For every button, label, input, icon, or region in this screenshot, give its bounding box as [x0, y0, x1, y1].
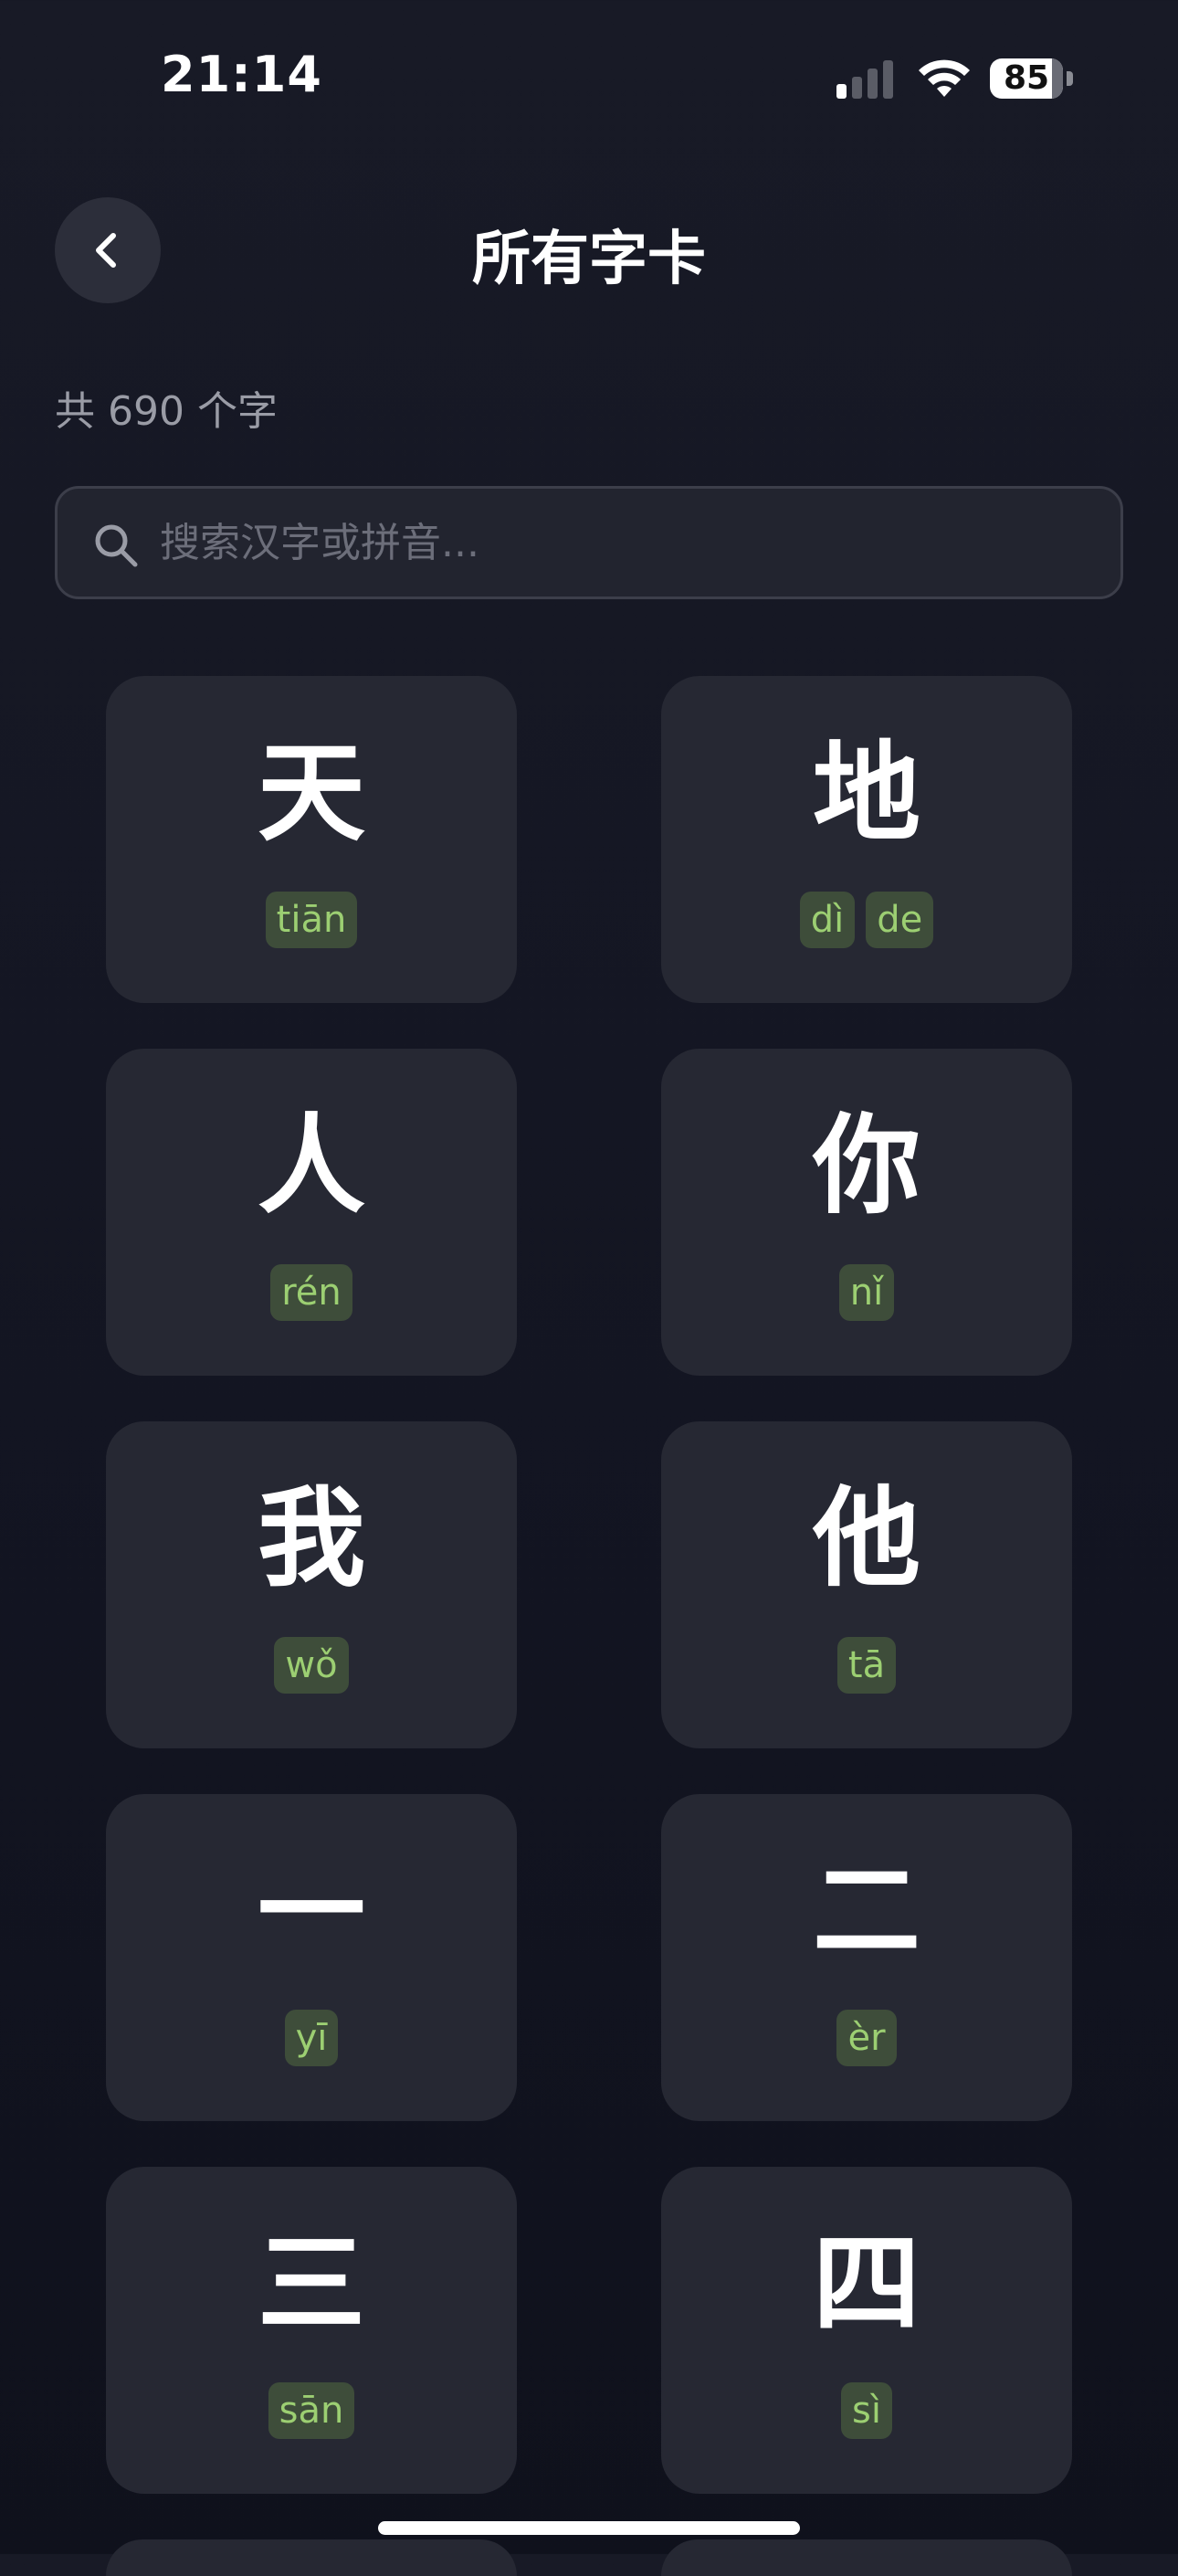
pinyin-badge: de: [866, 892, 934, 948]
pinyin-row: sì: [661, 2382, 1072, 2439]
card-character: 一: [257, 1848, 365, 1974]
pinyin-badge: yī: [284, 2010, 339, 2066]
pinyin-row: tiān: [106, 892, 517, 948]
search-input[interactable]: [160, 489, 1091, 596]
battery-icon: 85: [990, 58, 1063, 99]
pinyin-badge: rén: [270, 1264, 352, 1321]
battery-level: 85: [1003, 59, 1050, 97]
character-card[interactable]: 地 dì de: [661, 676, 1072, 1003]
search-box[interactable]: [55, 486, 1123, 599]
pinyin-row: yī: [106, 2010, 517, 2066]
pinyin-row: sān: [106, 2382, 517, 2439]
card-count-text: 共 690 个字: [55, 388, 278, 435]
card-character: 二: [812, 1848, 920, 1974]
status-bar: 21:14 85: [0, 0, 1178, 155]
card-character: 我: [257, 1475, 365, 1601]
pinyin-row: tā: [661, 1637, 1072, 1694]
character-card[interactable]: 二 èr: [661, 1794, 1072, 2121]
battery-indicator: 85: [990, 58, 1074, 99]
search-icon: [95, 524, 138, 567]
pinyin-badge: nǐ: [838, 1264, 895, 1321]
pinyin-badge: sān: [268, 2382, 355, 2439]
pinyin-badge: tā: [836, 1637, 897, 1694]
character-card-grid: 天 tiān 地 dì de 人 rén 你 nǐ 我 wǒ 他 tā 一 yī 二 èr 三 sān 四 sì: [106, 676, 1072, 2494]
pinyin-row: èr: [661, 2010, 1072, 2066]
pinyin-badge: sì: [841, 2382, 892, 2439]
page-title: 所有字卡: [472, 226, 706, 293]
status-time: 21:14: [161, 46, 322, 103]
pinyin-badge: wǒ: [274, 1637, 349, 1694]
wifi-icon: [919, 59, 970, 97]
card-character: 四: [812, 2221, 920, 2347]
pinyin-badge: èr: [836, 2010, 897, 2066]
card-character: 天: [257, 730, 365, 856]
character-card[interactable]: 四 sì: [661, 2167, 1072, 2494]
character-card[interactable]: 三 sān: [106, 2167, 517, 2494]
character-card[interactable]: 他 tā: [661, 1421, 1072, 1748]
character-card[interactable]: 人 rén: [106, 1049, 517, 1376]
home-indicator: [378, 2521, 800, 2535]
pinyin-row: wǒ: [106, 1637, 517, 1694]
battery-cap: [1067, 71, 1073, 86]
character-card[interactable]: 天 tiān: [106, 676, 517, 1003]
character-card[interactable]: 你 nǐ: [661, 1049, 1072, 1376]
character-card-partial[interactable]: [661, 2539, 1072, 2576]
pinyin-badge: dì: [799, 892, 856, 948]
card-character: 地: [812, 730, 920, 856]
card-character: 他: [812, 1475, 920, 1601]
pinyin-row: rén: [106, 1264, 517, 1321]
cellular-signal-icon: [836, 60, 893, 99]
card-character: 人: [257, 1103, 365, 1229]
pinyin-badge: tiān: [265, 892, 358, 948]
character-card-partial[interactable]: [106, 2539, 517, 2576]
pinyin-row: nǐ: [661, 1264, 1072, 1321]
card-character: 你: [812, 1103, 920, 1229]
character-card[interactable]: 我 wǒ: [106, 1421, 517, 1748]
character-card[interactable]: 一 yī: [106, 1794, 517, 2121]
pinyin-row: dì de: [661, 892, 1072, 948]
card-character: 三: [257, 2221, 365, 2347]
